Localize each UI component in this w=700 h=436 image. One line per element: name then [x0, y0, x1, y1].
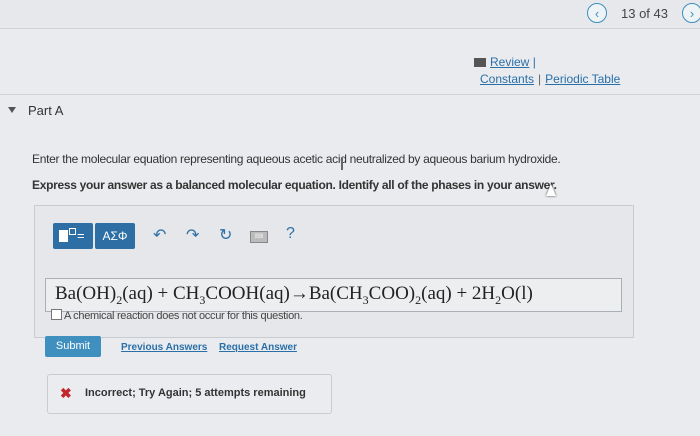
keyboard-icon[interactable]: ⌨	[250, 231, 268, 243]
submit-button[interactable]: Submit	[45, 336, 101, 357]
template-superscript-icon	[69, 228, 76, 235]
periodic-table-link[interactable]: Periodic Table	[545, 72, 620, 86]
part-a-header[interactable]: Part A	[8, 103, 63, 118]
feedback-box: ✖ Incorrect; Try Again; 5 attempts remai…	[47, 374, 332, 414]
review-link[interactable]: Review |	[474, 55, 536, 69]
question-text: Enter the molecular equation representin…	[32, 152, 561, 166]
review-label: Review	[490, 55, 530, 69]
answer-input[interactable]: Ba(OH)2(aq) + CH3COOH(aq)→Ba(CH3COO)2(aq…	[45, 278, 622, 312]
template-box-icon	[59, 230, 68, 242]
previous-question-button[interactable]: ‹	[587, 3, 607, 23]
constants-link[interactable]: Constants	[480, 72, 534, 86]
redo-icon[interactable]: ↷	[186, 225, 199, 245]
text-cursor-icon	[341, 158, 343, 170]
answer-text: Ba(OH)	[55, 283, 117, 304]
review-separator: |	[532, 55, 536, 69]
book-icon	[474, 58, 486, 67]
reset-icon[interactable]: ↻	[219, 225, 232, 245]
top-bar: ‹ 13 of 43 ›	[0, 0, 700, 29]
separator: |	[538, 72, 542, 86]
template-equals-icon: =	[77, 228, 85, 243]
next-question-button[interactable]: ›	[682, 3, 700, 23]
help-button[interactable]: ?	[286, 225, 295, 243]
no-reaction-label: A chemical reaction does not occur for t…	[64, 310, 303, 322]
feedback-message: Incorrect; Try Again; 5 attempts remaini…	[85, 387, 306, 399]
request-answer-link[interactable]: Request Answer	[219, 342, 297, 353]
no-reaction-checkbox[interactable]	[51, 309, 62, 320]
collapse-triangle-icon	[8, 107, 16, 113]
part-title: Part A	[28, 103, 64, 118]
previous-answers-link[interactable]: Previous Answers	[121, 342, 207, 353]
undo-icon[interactable]: ↶	[153, 225, 166, 245]
error-x-icon: ✖	[60, 385, 72, 401]
no-reaction-option[interactable]: A chemical reaction does not occur for t…	[51, 309, 303, 322]
answer-instructions: Express your answer as a balanced molecu…	[32, 178, 557, 192]
greek-symbols-button[interactable]: ΑΣΦ	[95, 223, 135, 249]
mouse-pointer-icon	[546, 184, 556, 196]
resource-links: Constants | Periodic Table	[480, 72, 620, 86]
divider	[0, 94, 700, 95]
question-counter: 13 of 43	[621, 6, 668, 21]
templates-button[interactable]: =	[53, 223, 93, 249]
